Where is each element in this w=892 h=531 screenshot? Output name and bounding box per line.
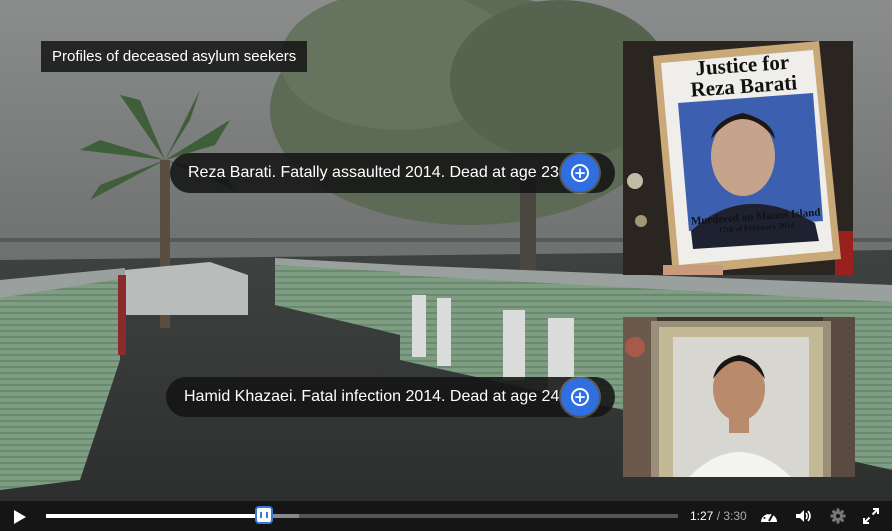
- hotspot-label-hamid-khazaei[interactable]: Hamid Khazaei. Fatal infection 2014. Dea…: [166, 377, 616, 417]
- fullscreen-button[interactable]: [862, 507, 880, 525]
- time-display: 1:27 / 3:30: [690, 509, 747, 523]
- playback-speed-button[interactable]: [759, 507, 779, 525]
- speedometer-icon: [761, 512, 777, 522]
- progress-track[interactable]: [46, 506, 678, 524]
- hotspot-text: Reza Barati. Fatally assaulted 2014. Dea…: [188, 164, 559, 181]
- scrub-handle[interactable]: [255, 506, 274, 524]
- photo-hamid-khazaei: [623, 317, 855, 477]
- plus-circle-icon: +: [571, 388, 589, 406]
- play-icon: [14, 510, 26, 524]
- expand-profile-button-hamid-khazaei[interactable]: +: [561, 378, 599, 416]
- time-separator: /: [713, 509, 724, 523]
- section-title: Profiles of deceased asylum seekers: [41, 41, 308, 72]
- photo-reza-barati: Justice for Reza Barati Murdered on Manu…: [623, 41, 853, 275]
- photo-hamid-khazaei-image: [623, 317, 855, 477]
- fullscreen-expand-icon: [863, 508, 879, 524]
- expand-profile-button-reza-barati[interactable]: +: [561, 154, 599, 192]
- video-control-bar: 1:27 / 3:30: [0, 501, 892, 531]
- hotspot-text: Hamid Khazaei. Fatal infection 2014. Dea…: [184, 388, 560, 405]
- volume-button[interactable]: [794, 507, 814, 525]
- plus-circle-icon: +: [571, 164, 589, 182]
- duration: 3:30: [723, 509, 747, 523]
- grip-icon: [260, 512, 269, 518]
- gear-icon: [830, 508, 846, 524]
- hotspot-label-reza-barati[interactable]: Reza Barati. Fatally assaulted 2014. Dea…: [170, 153, 615, 193]
- play-button[interactable]: [10, 507, 30, 527]
- volume-icon: [796, 510, 811, 522]
- progress-played: [46, 514, 265, 518]
- current-time: 1:27: [690, 509, 714, 523]
- settings-button[interactable]: [829, 507, 847, 525]
